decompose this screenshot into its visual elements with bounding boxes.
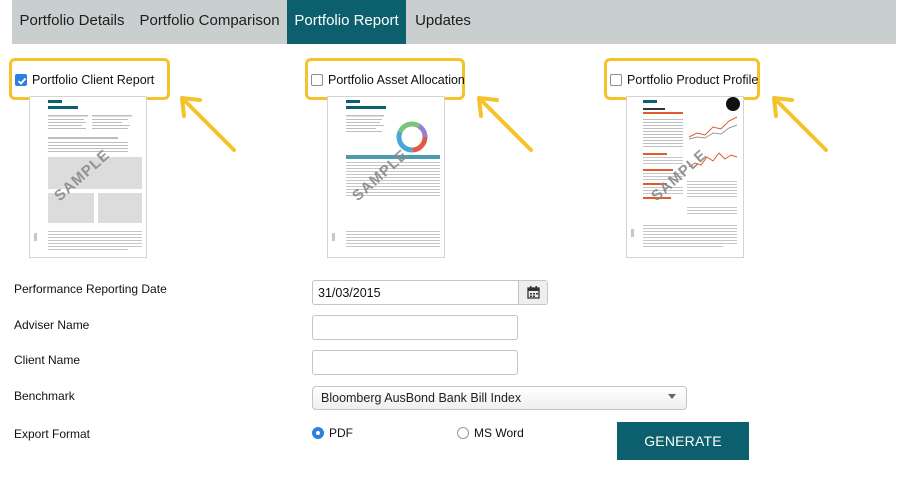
benchmark-selected-value[interactable]: Bloomberg AusBond Bank Bill Index <box>321 391 521 405</box>
reporting-date-value[interactable]: 31/03/2015 <box>318 286 381 300</box>
option-asset-allocation[interactable]: Portfolio Asset Allocation <box>305 58 465 100</box>
product-profile-checkbox[interactable] <box>610 74 622 86</box>
client-report-thumbnail: SAMPLE <box>29 96 147 258</box>
annotation-arrow-icon <box>477 96 533 152</box>
annotation-arrow-icon <box>180 96 236 152</box>
reporting-date-label: Performance Reporting Date <box>14 282 167 296</box>
tab-updates[interactable]: Updates <box>406 0 480 44</box>
option-product-profile[interactable]: Portfolio Product Profile <box>604 58 760 100</box>
asset-allocation-thumbnail: SAMPLE <box>327 96 445 258</box>
tab-portfolio-comparison[interactable]: Portfolio Comparison <box>132 0 287 44</box>
pdf-radio-label[interactable]: PDF <box>329 426 353 440</box>
tab-portfolio-report[interactable]: Portfolio Report <box>287 0 406 44</box>
benchmark-select[interactable]: Bloomberg AusBond Bank Bill Index <box>312 386 687 410</box>
export-format-label: Export Format <box>14 427 91 441</box>
benchmark-label: Benchmark <box>14 389 75 403</box>
asset-allocation-checkbox[interactable] <box>311 74 323 86</box>
adviser-name-label: Adviser Name <box>14 318 90 332</box>
calendar-icon[interactable] <box>519 281 548 304</box>
ms-word-radio[interactable] <box>457 427 469 439</box>
ms-word-radio-label[interactable]: MS Word <box>474 426 524 440</box>
client-name-input[interactable] <box>312 350 518 375</box>
calendar-button[interactable] <box>518 281 547 304</box>
generate-report-button[interactable]: GENERATE REPORT <box>617 422 749 487</box>
tab-portfolio-details[interactable]: Portfolio Details <box>12 0 132 44</box>
client-report-label[interactable]: Portfolio Client Report <box>32 73 154 87</box>
reporting-date-input[interactable]: 31/03/2015 <box>312 280 548 305</box>
tab-bar: Portfolio Details Portfolio Comparison P… <box>12 0 896 44</box>
option-client-report[interactable]: Portfolio Client Report <box>9 58 170 100</box>
product-profile-label[interactable]: Portfolio Product Profile <box>627 73 758 87</box>
adviser-name-input[interactable] <box>312 315 518 340</box>
client-report-checkbox[interactable] <box>15 74 27 86</box>
product-profile-thumbnail: SAMPLE <box>626 96 744 258</box>
annotation-arrow-icon <box>772 96 828 152</box>
asset-allocation-label[interactable]: Portfolio Asset Allocation <box>328 73 465 87</box>
chevron-down-icon[interactable] <box>668 394 676 399</box>
pdf-radio[interactable] <box>312 427 324 439</box>
client-name-label: Client Name <box>14 353 81 367</box>
